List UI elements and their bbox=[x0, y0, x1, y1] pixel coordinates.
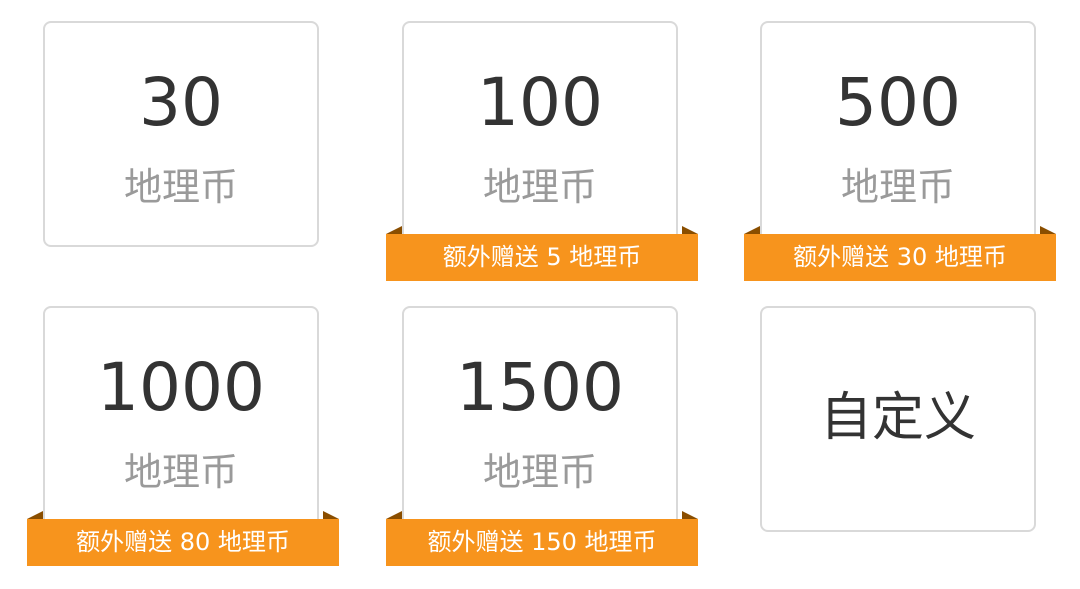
package-unit: 地理币 bbox=[482, 165, 597, 209]
package-card-1500[interactable]: 1500 地理币 bbox=[402, 306, 678, 532]
bonus-ribbon: 额外赠送 80 地理币 bbox=[27, 511, 339, 566]
package-amount: 100 bbox=[477, 64, 603, 141]
bonus-ribbon: 额外赠送 150 地理币 bbox=[386, 511, 698, 566]
package-card-1000[interactable]: 1000 地理币 bbox=[43, 306, 319, 532]
ribbon-fold-right bbox=[1040, 226, 1056, 234]
package-amount: 30 bbox=[139, 64, 223, 141]
bonus-label: 额外赠送 5 地理币 bbox=[442, 243, 642, 271]
bonus-label: 额外赠送 150 地理币 bbox=[427, 528, 657, 556]
package-card-100[interactable]: 100 地理币 bbox=[402, 21, 678, 247]
ribbon-fold-left bbox=[386, 511, 402, 519]
ribbon-fold-right bbox=[682, 226, 698, 234]
ribbon-fold-left bbox=[744, 226, 760, 234]
ribbon-fold-left bbox=[386, 226, 402, 234]
package-card-30[interactable]: 30 地理币 bbox=[43, 21, 319, 247]
package-unit: 地理币 bbox=[482, 450, 597, 494]
package-unit: 地理币 bbox=[123, 450, 238, 494]
bonus-label: 额外赠送 80 地理币 bbox=[76, 528, 290, 556]
bonus-ribbon: 额外赠送 5 地理币 bbox=[386, 226, 698, 281]
package-amount: 500 bbox=[835, 64, 961, 141]
ribbon-fold-right bbox=[323, 511, 339, 519]
ribbon-fold-right bbox=[682, 511, 698, 519]
package-amount: 1000 bbox=[97, 349, 265, 426]
custom-amount-card[interactable]: 自定义 bbox=[760, 306, 1036, 532]
bonus-ribbon: 额外赠送 30 地理币 bbox=[744, 226, 1056, 281]
package-amount: 1500 bbox=[456, 349, 624, 426]
custom-amount-label: 自定义 bbox=[819, 388, 976, 448]
bonus-label: 额外赠送 30 地理币 bbox=[793, 243, 1007, 271]
ribbon-fold-left bbox=[27, 511, 43, 519]
package-unit: 地理币 bbox=[123, 165, 238, 209]
package-unit: 地理币 bbox=[840, 165, 955, 209]
package-card-500[interactable]: 500 地理币 bbox=[760, 21, 1036, 247]
